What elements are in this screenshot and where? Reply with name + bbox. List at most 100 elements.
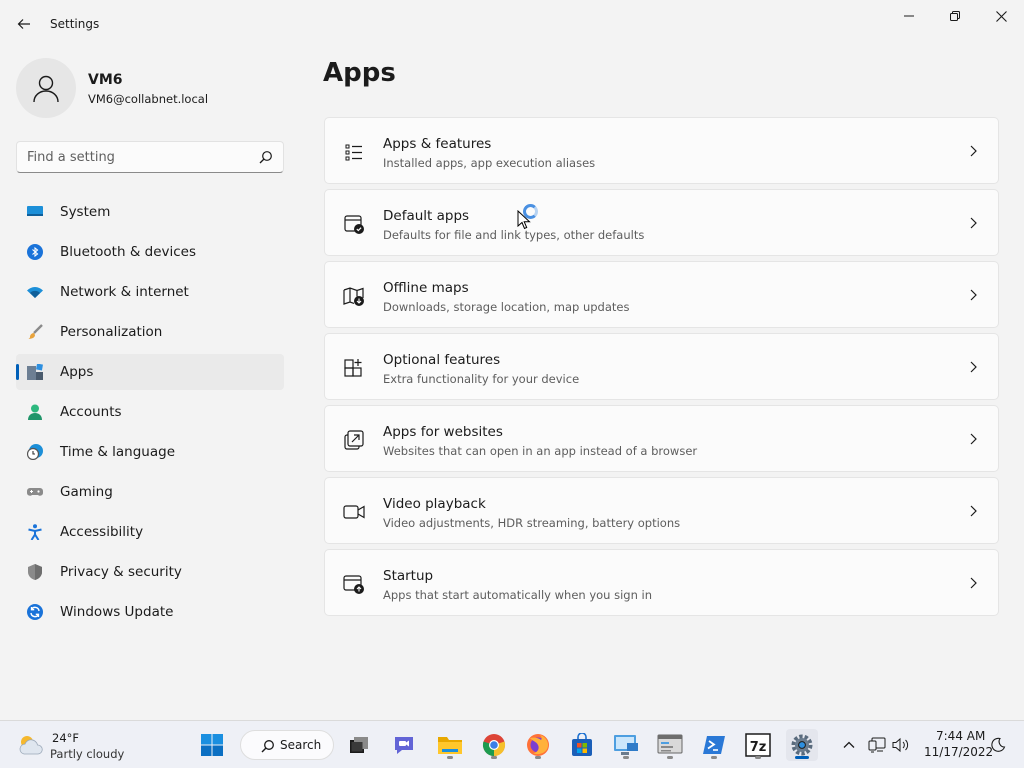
apps-settings-list: Apps & features Installed apps, app exec… — [324, 117, 999, 621]
card-description: Defaults for file and link types, other … — [383, 228, 645, 242]
card-description: Downloads, storage location, map updates — [383, 300, 630, 314]
sidebar-item-apps[interactable]: Apps — [16, 354, 284, 390]
terminal-icon — [703, 736, 725, 754]
settings-app-button[interactable] — [786, 729, 818, 761]
card-startup[interactable]: Startup Apps that start automatically wh… — [324, 549, 999, 616]
map-download-icon — [343, 287, 364, 306]
startup-icon — [343, 575, 364, 594]
close-icon — [995, 10, 1007, 22]
card-description: Apps that start automatically when you s… — [383, 588, 653, 602]
card-description: Extra functionality for your device — [383, 372, 580, 386]
shield-icon — [28, 564, 42, 580]
sidebar-item-accounts[interactable]: Accounts — [16, 394, 284, 430]
card-apps-for-websites[interactable]: Apps for websites Websites that can open… — [324, 405, 999, 472]
card-title: Default apps — [383, 208, 470, 224]
sidebar-item-network[interactable]: Network & internet — [16, 274, 284, 310]
sidebar-item-privacy[interactable]: Privacy & security — [16, 554, 284, 590]
card-video-playback[interactable]: Video playback Video adjustments, HDR st… — [324, 477, 999, 544]
chevron-right-icon — [970, 289, 977, 301]
firefox-button[interactable] — [522, 729, 554, 761]
sidebar-item-windows-update[interactable]: Windows Update — [16, 594, 284, 630]
windows-logo-icon — [201, 734, 223, 756]
focus-assist-button[interactable] — [986, 733, 1010, 757]
running-indicator — [667, 756, 673, 759]
sidebar-item-label: Windows Update — [60, 604, 174, 620]
remote-desktop-icon — [614, 735, 638, 755]
file-explorer-button[interactable] — [434, 729, 466, 761]
taskbar-search-label: Search — [280, 738, 322, 752]
gear-icon — [791, 734, 813, 756]
sidebar-item-gaming[interactable]: Gaming — [16, 474, 284, 510]
archive-icon: 7z — [745, 733, 771, 757]
server-manager-button[interactable] — [654, 729, 686, 761]
sidebar-item-label: Accounts — [60, 404, 122, 420]
network-tray-button[interactable] — [865, 733, 889, 757]
chevron-right-icon — [970, 577, 977, 589]
seven-zip-button[interactable]: 7z — [742, 729, 774, 761]
card-title: Apps for websites — [383, 424, 503, 440]
remote-desktop-button[interactable] — [610, 729, 642, 761]
card-offline-maps[interactable]: Offline maps Downloads, storage location… — [324, 261, 999, 328]
running-indicator — [447, 756, 453, 759]
running-indicator — [623, 756, 629, 759]
card-default-apps[interactable]: Default apps Defaults for file and link … — [324, 189, 999, 256]
brush-icon — [28, 324, 43, 339]
network-icon — [868, 737, 886, 753]
sidebar-item-label: Gaming — [60, 484, 113, 500]
sidebar-item-personalization[interactable]: Personalization — [16, 314, 284, 350]
minimize-icon — [904, 15, 914, 17]
volume-tray-button[interactable] — [889, 733, 913, 757]
running-indicator — [491, 756, 497, 759]
wifi-icon — [27, 287, 43, 298]
microsoft-store-button[interactable] — [566, 729, 598, 761]
default-apps-icon — [344, 215, 364, 234]
folder-icon — [438, 737, 462, 754]
arrow-left-icon — [17, 19, 30, 29]
back-button[interactable] — [12, 12, 36, 36]
sidebar-item-label: Bluetooth & devices — [60, 244, 197, 260]
card-apps-features[interactable]: Apps & features Installed apps, app exec… — [324, 117, 999, 184]
search-icon[interactable] — [259, 150, 273, 164]
title-bar: Settings — [0, 0, 1024, 48]
sidebar-item-label: Privacy & security — [60, 564, 182, 580]
minimize-button[interactable] — [886, 0, 932, 32]
start-button[interactable] — [196, 729, 228, 761]
sidebar-item-label: Accessibility — [60, 524, 144, 540]
sidebar-item-accessibility[interactable]: Accessibility — [16, 514, 284, 550]
sidebar-item-time-language[interactable]: Time & language — [16, 434, 284, 470]
maximize-button[interactable] — [932, 0, 978, 32]
card-title: Video playback — [383, 496, 486, 512]
page-title: Apps — [323, 58, 396, 88]
chevron-right-icon — [970, 145, 977, 157]
card-optional-features[interactable]: Optional features Extra functionality fo… — [324, 333, 999, 400]
sidebar-item-label: Personalization — [60, 324, 163, 340]
partly-cloudy-icon — [19, 736, 43, 755]
chevron-right-icon — [970, 433, 977, 445]
sidebar-item-label: Apps — [60, 364, 94, 380]
sidebar-item-system[interactable]: System — [16, 194, 284, 230]
video-icon — [343, 505, 365, 519]
grid-add-icon — [344, 359, 362, 377]
weather-condition: Partly cloudy — [50, 747, 125, 761]
clock-time[interactable]: 7:44 AM — [936, 729, 985, 743]
show-hidden-icons-button[interactable] — [837, 733, 861, 757]
restore-icon — [950, 11, 960, 21]
close-button[interactable] — [978, 0, 1024, 32]
settings-search[interactable] — [16, 141, 284, 173]
clock-date[interactable]: 11/17/2022 — [924, 745, 993, 759]
task-view-button[interactable] — [343, 729, 375, 761]
search-icon — [261, 740, 274, 753]
search-input[interactable] — [27, 148, 247, 166]
running-indicator — [755, 756, 761, 759]
sidebar-item-bluetooth[interactable]: Bluetooth & devices — [16, 234, 284, 270]
sidebar-nav: System Bluetooth & devices Network & int… — [16, 194, 284, 634]
running-indicator — [711, 756, 717, 759]
open-link-icon — [344, 430, 364, 450]
chat-button[interactable] — [388, 729, 420, 761]
powershell-button[interactable] — [698, 729, 730, 761]
person-icon — [28, 404, 42, 420]
list-icon — [345, 144, 362, 161]
chrome-button[interactable] — [478, 729, 510, 761]
clock-globe-icon — [27, 444, 43, 460]
taskbar-search[interactable]: Search — [240, 730, 334, 760]
